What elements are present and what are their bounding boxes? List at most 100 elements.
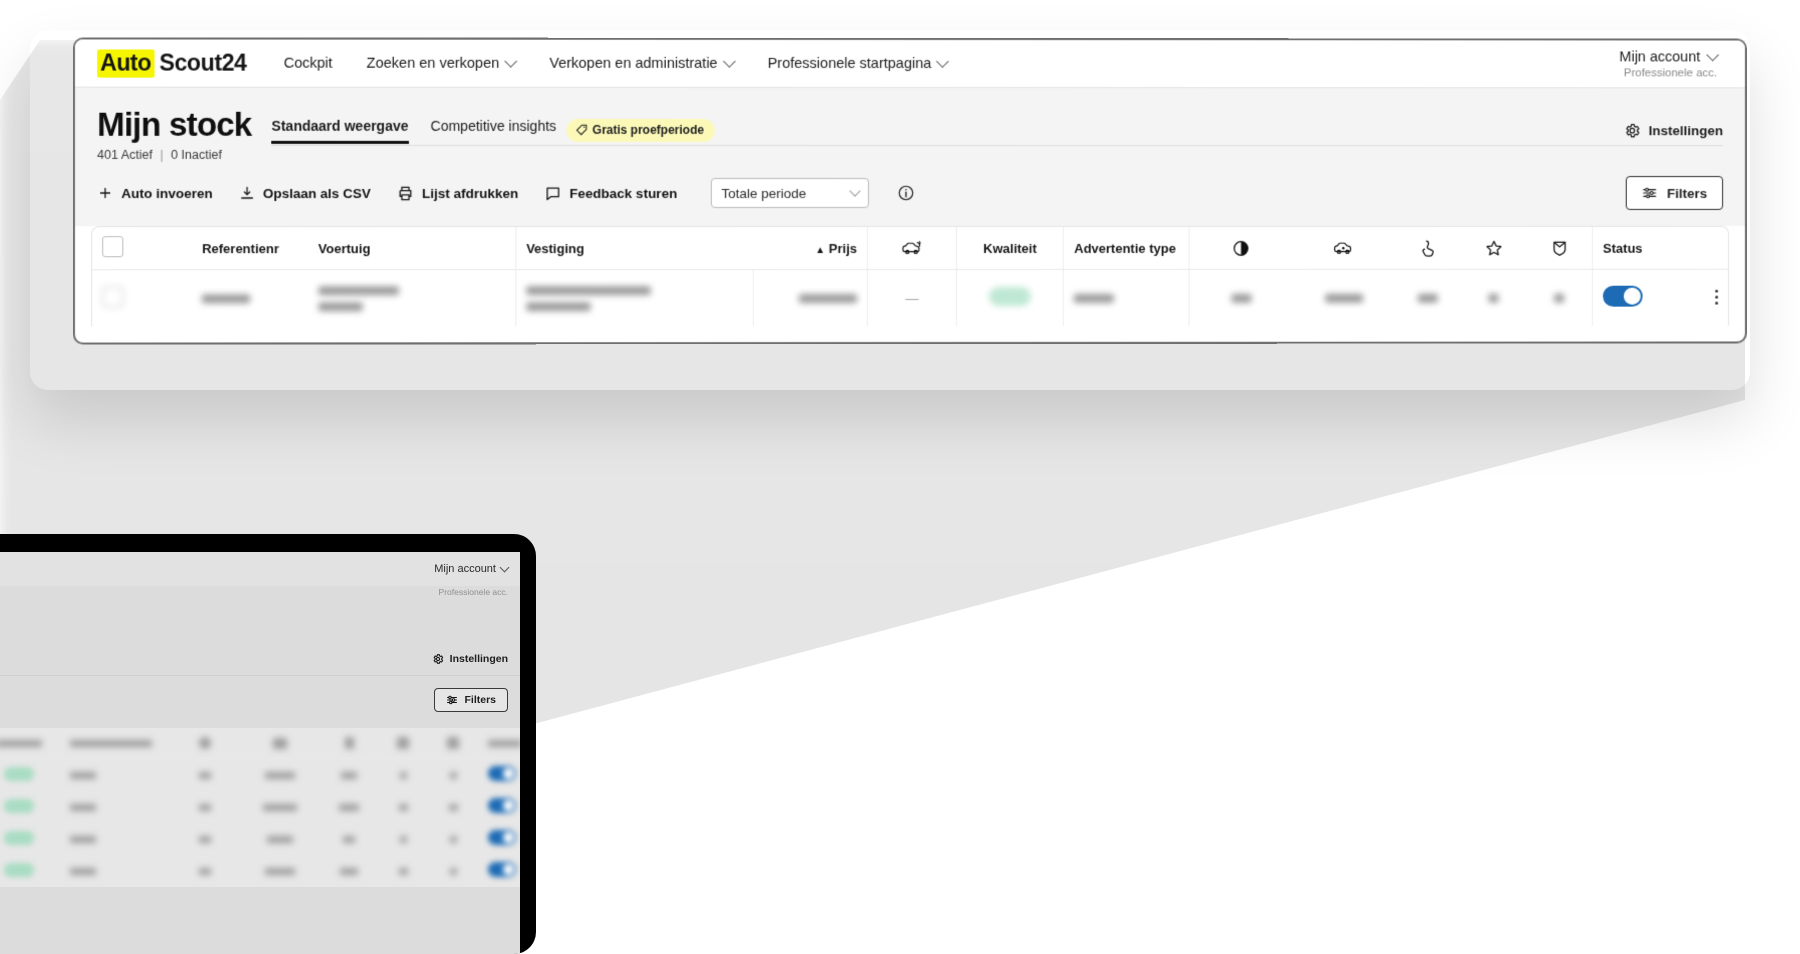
action-label: Opslaan als CSV — [262, 185, 371, 201]
tablet-clicks-cell — [320, 823, 378, 855]
stock-table: Referentienr Voertuig Vestiging ▲ Prijs — [91, 225, 1730, 327]
column-status[interactable]: Status — [1592, 226, 1729, 270]
tablet-icon-redacted — [344, 737, 354, 749]
status-toggle[interactable] — [488, 830, 516, 845]
car-views-icon — [1332, 239, 1355, 257]
column-referentienr[interactable]: Referentienr — [191, 227, 309, 270]
status-toggle[interactable] — [488, 862, 516, 877]
filters-button[interactable]: Filters — [1626, 176, 1724, 210]
tablet-views-cell — [240, 791, 320, 823]
column-share[interactable] — [1189, 226, 1293, 270]
tablet-screen: Mijn account Professionele acc. Instelli… — [0, 552, 520, 954]
lijst-afdrukken-button[interactable]: Lijst afdrukken — [397, 184, 518, 201]
list-item[interactable] — [0, 759, 520, 792]
tablet-quality-cell — [0, 791, 60, 823]
tab-label: Competitive insights — [430, 117, 557, 134]
browser-window-card: Auto Scout24 Cockpit Zoeken en verkopen V… — [72, 37, 1747, 345]
column-favourites[interactable] — [1461, 226, 1527, 270]
column-advertentie-type[interactable]: Advertentie type — [1063, 226, 1190, 270]
account-menu-trigger[interactable]: Mijn account — [1619, 48, 1719, 65]
share-value-redacted — [1231, 293, 1252, 303]
nav-item-label: Verkopen en administratie — [549, 55, 718, 72]
ad-type-redacted — [70, 771, 96, 779]
list-item[interactable] — [0, 791, 520, 823]
list-item[interactable] — [0, 823, 520, 855]
tablet-clicks-cell — [320, 855, 378, 887]
tablet-column-leads — [428, 728, 478, 759]
tablet-column-label-redacted — [70, 739, 152, 747]
opslaan-als-csv-button[interactable]: Opslaan als CSV — [239, 185, 371, 201]
status-toggle[interactable] — [1602, 285, 1643, 307]
row-select-cell[interactable] — [92, 270, 134, 327]
kebab-menu-icon[interactable] — [1715, 289, 1719, 305]
account-menu[interactable]: Mijn account Professionele acc. — [1619, 48, 1723, 79]
auto-invoeren-button[interactable]: Auto invoeren — [97, 185, 213, 201]
status-toggle[interactable] — [488, 766, 516, 781]
column-label: Vestiging — [526, 240, 585, 256]
tablet-account-label: Mijn account — [434, 563, 496, 575]
nav-item-professionele-startpagina[interactable]: Professionele startpagina — [751, 55, 965, 72]
column-trade[interactable] — [867, 226, 957, 270]
column-vestiging[interactable]: Vestiging — [515, 227, 754, 270]
tablet-filters-button[interactable]: Filters — [434, 688, 508, 712]
comment-icon — [545, 186, 559, 200]
tablet-adtype-cell — [60, 823, 170, 855]
tablet-account-trigger[interactable]: Mijn account — [434, 562, 510, 575]
chevron-down-icon — [504, 54, 518, 68]
ad-type-redacted — [70, 803, 96, 811]
info-icon[interactable] — [897, 184, 915, 202]
trial-badge-label: Gratis proefperiode — [592, 122, 704, 137]
feedback-sturen-button[interactable]: Feedback sturen — [545, 184, 677, 201]
column-views[interactable] — [1292, 226, 1396, 270]
list-item[interactable] — [0, 855, 520, 887]
settings-button[interactable]: Instellingen — [1624, 114, 1723, 148]
tab-competitive-insights[interactable]: Competitive insights — [431, 118, 557, 143]
row-checkbox[interactable] — [102, 286, 124, 308]
tablet-settings-label: Instellingen — [449, 653, 508, 665]
autoscout24-logo[interactable]: Auto Scout24 — [97, 48, 247, 78]
clicks-value-redacted — [1418, 293, 1439, 303]
filters-label: Filters — [1666, 185, 1708, 201]
table-header-row: Referentienr Voertuig Vestiging ▲ Prijs — [92, 226, 1729, 270]
column-leads[interactable] — [1526, 226, 1593, 270]
tablet-column-status — [478, 728, 520, 759]
tablet-quality-cell — [0, 823, 60, 855]
nav-item-zoeken-en-verkopen[interactable]: Zoeken en verkopen — [349, 54, 532, 71]
tablet-status-cell — [478, 759, 520, 792]
trade-empty-dash: — — [905, 290, 919, 306]
vehicle-name-redacted — [318, 285, 399, 295]
column-voertuig[interactable]: Voertuig — [308, 227, 516, 270]
tablet-column-views — [240, 728, 320, 759]
tablet-stock-table — [0, 728, 520, 887]
column-kwaliteit[interactable]: Kwaliteit — [956, 226, 1064, 270]
status-toggle[interactable] — [488, 798, 516, 813]
nav-item-label: Cockpit — [283, 55, 333, 72]
leads-redacted — [449, 771, 457, 779]
nav-item-label: Professionele startpagina — [767, 55, 932, 72]
table-row[interactable]: — — [92, 269, 1729, 327]
row-favourites-cell — [1461, 269, 1527, 325]
period-select[interactable]: Totale periode — [711, 177, 870, 209]
branch-city-redacted — [526, 301, 591, 311]
nav-item-cockpit[interactable]: Cockpit — [267, 55, 350, 71]
tab-standaard-weergave[interactable]: Standaard weergave — [272, 118, 409, 143]
page-title: Mijn stock — [97, 105, 252, 143]
column-clicks[interactable] — [1395, 226, 1462, 270]
leads-redacted — [449, 835, 457, 843]
filters-icon — [1642, 185, 1658, 201]
favourites-redacted — [399, 771, 407, 779]
tablet-icon-redacted — [447, 737, 459, 749]
views-redacted — [265, 867, 295, 875]
share-redacted — [199, 771, 211, 779]
clicks-redacted — [341, 771, 357, 779]
tablet-adtype-cell — [60, 791, 170, 823]
select-all-checkbox[interactable] — [102, 236, 124, 258]
tablet-leads-cell — [428, 759, 478, 792]
nav-item-verkopen-en-administratie[interactable]: Verkopen en administratie — [532, 55, 750, 71]
tablet-settings-button[interactable]: Instellingen — [432, 653, 508, 665]
row-leads-cell — [1527, 269, 1593, 325]
inactive-count: 0 Inactief — [170, 147, 222, 162]
column-prijs[interactable]: ▲ Prijs — [753, 227, 868, 270]
tablet-account-menu[interactable]: Mijn account — [434, 562, 510, 575]
period-select-value: Totale periode — [721, 185, 807, 201]
